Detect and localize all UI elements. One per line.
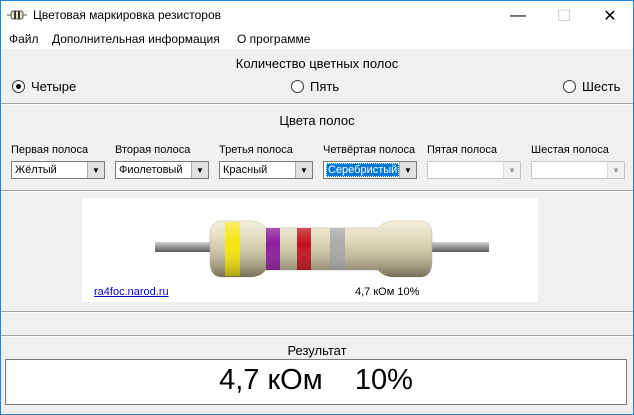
- menu-bar: Файл Дополнительная информация О програм…: [1, 30, 633, 49]
- result-title: Результат: [287, 343, 347, 358]
- resistor-value-caption: 4,7 кОм 10%: [355, 286, 420, 298]
- window-title: Цветовая маркировка резисторов: [33, 8, 222, 22]
- chevron-down-icon[interactable]: ▼: [191, 162, 208, 178]
- radio-button[interactable]: [563, 80, 576, 93]
- resistor-app-icon: [7, 10, 27, 20]
- menu-about[interactable]: О программе: [237, 32, 310, 46]
- menu-file[interactable]: Файл: [9, 32, 39, 46]
- band-3-label: Третья полоса: [219, 144, 293, 156]
- band-4-value: Серебристый: [326, 163, 400, 177]
- radio-five-label: Пять: [310, 79, 340, 94]
- band-2-label: Вторая полоса: [115, 144, 191, 156]
- radio-six[interactable]: Шесть: [563, 79, 620, 94]
- resistor-canvas: ra4foc.narod.ru 4,7 кОм 10%: [82, 198, 538, 302]
- divider: [1, 103, 633, 105]
- maximize-icon: ☐: [556, 7, 572, 25]
- band-6-label: Шестая полоса: [531, 144, 609, 156]
- radio-six-label: Шесть: [582, 79, 621, 94]
- menu-additional-info[interactable]: Дополнительная информация: [52, 32, 220, 46]
- radio-button[interactable]: [291, 80, 304, 93]
- chevron-down-icon[interactable]: ▼: [295, 162, 312, 178]
- divider: [1, 335, 633, 337]
- maximize-button[interactable]: ☐: [541, 1, 587, 30]
- chevron-down-icon[interactable]: ▼: [399, 162, 416, 178]
- radio-button-checked[interactable]: [12, 80, 25, 93]
- band-1-label: Первая полоса: [11, 144, 89, 156]
- band-4-label: Четвёртая полоса: [323, 144, 416, 156]
- chevron-down-icon[interactable]: ▼: [503, 162, 520, 178]
- close-icon: ✕: [603, 7, 617, 25]
- radio-four-label: Четыре: [31, 79, 77, 94]
- title-bar[interactable]: Цветовая маркировка резисторов — ☐ ✕: [1, 1, 633, 30]
- band-5-select[interactable]: ▼: [427, 161, 521, 179]
- band-1-value: Жёлтый: [15, 164, 57, 176]
- minimize-button[interactable]: —: [495, 1, 541, 30]
- divider: [1, 311, 633, 313]
- band-4-select[interactable]: Серебристый ▼: [323, 161, 417, 179]
- band-count-title: Количество цветных полос: [235, 56, 399, 71]
- close-button[interactable]: ✕: [587, 1, 633, 30]
- band-colors-title: Цвета полос: [279, 113, 355, 128]
- app-window: Цветовая маркировка резисторов — ☐ ✕ Фай…: [0, 0, 634, 415]
- radio-four[interactable]: Четыре: [12, 79, 76, 94]
- minimize-icon: —: [510, 6, 526, 24]
- band-6-select[interactable]: ▼: [531, 161, 625, 179]
- chevron-down-icon[interactable]: ▼: [607, 162, 624, 178]
- result-value: 4,7 кОм 10%: [219, 364, 413, 396]
- band-2-select[interactable]: Фиолетовый ▼: [115, 161, 209, 179]
- radio-five[interactable]: Пять: [291, 79, 339, 94]
- divider: [1, 190, 633, 192]
- band-1-select[interactable]: Жёлтый ▼: [11, 161, 105, 179]
- band-2-value: Фиолетовый: [119, 164, 183, 176]
- band-3-select[interactable]: Красный ▼: [219, 161, 313, 179]
- result-display: 4,7 кОм 10%: [5, 359, 627, 405]
- website-link[interactable]: ra4foc.narod.ru: [94, 286, 169, 298]
- chevron-down-icon[interactable]: ▼: [87, 162, 104, 178]
- band-3-value: Красный: [223, 164, 268, 176]
- band-5-label: Пятая полоса: [427, 144, 498, 156]
- resistor-shading: [210, 221, 432, 277]
